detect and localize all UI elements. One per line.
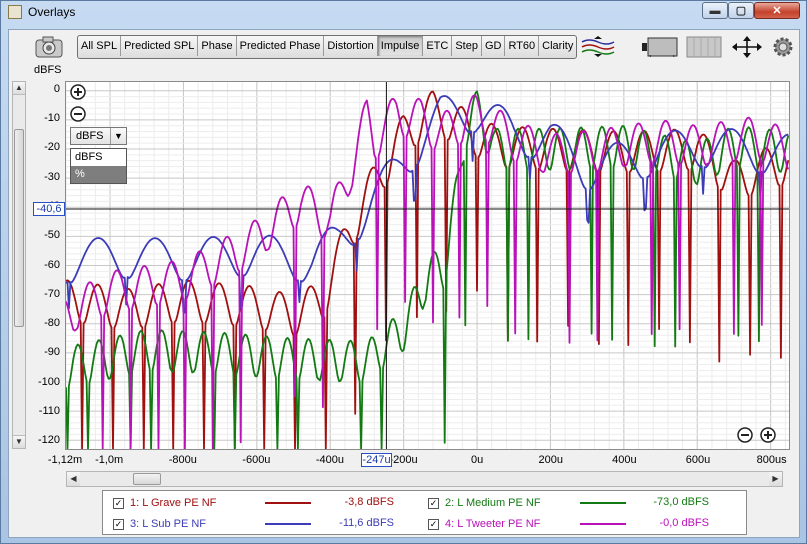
cursor-x-readout: -247u bbox=[361, 453, 392, 467]
horizontal-scrollbar[interactable]: ◀ ▶ bbox=[66, 471, 783, 487]
title-bar[interactable]: Overlays ▬ ▢ ✕ bbox=[1, 1, 806, 25]
legend-item: ✓ 3: L Sub PE NF bbox=[113, 514, 206, 534]
x-tick-label: -1,0m bbox=[95, 454, 124, 466]
chart-canvas[interactable] bbox=[66, 82, 789, 449]
y-tick-label: -100 bbox=[37, 375, 60, 388]
legend-swatch bbox=[265, 502, 311, 504]
x-tick-label: 200u bbox=[538, 454, 564, 466]
x-tick-label: -600u bbox=[242, 454, 271, 466]
tab-step[interactable]: Step bbox=[452, 36, 482, 56]
unit-option-percent[interactable]: % bbox=[71, 166, 126, 183]
y-axis: 0-10-20-30-40-50-60-70-80-90-100-110-120 bbox=[9, 30, 60, 450]
traces-icon[interactable] bbox=[579, 36, 617, 58]
tab-phase[interactable]: Phase bbox=[198, 36, 237, 56]
y-tick-label: -120 bbox=[37, 434, 60, 447]
x-tick-label: 0u bbox=[471, 454, 484, 466]
y-tick-label: -50 bbox=[44, 229, 60, 242]
overlays-window: Overlays ▬ ▢ ✕ All SPL Predicted SPL Phase… bbox=[0, 0, 807, 544]
unit-select[interactable]: dBFS ▼ bbox=[70, 127, 127, 145]
grid-icon[interactable] bbox=[686, 36, 722, 58]
legend-value: -3,8 dBFS bbox=[344, 496, 394, 508]
horizontal-scroll-thumb[interactable] bbox=[133, 473, 161, 485]
scroll-left-icon[interactable]: ◀ bbox=[67, 472, 80, 486]
zoom-out-x-icon[interactable] bbox=[737, 427, 753, 443]
unit-dropdown-list: dBFS % bbox=[70, 148, 127, 184]
tab-etc[interactable]: ETC bbox=[423, 36, 453, 56]
legend-checkbox[interactable]: ✓ bbox=[113, 497, 124, 509]
legend-checkbox[interactable]: ✓ bbox=[113, 518, 124, 530]
legend-item: ✓ 1: L Grave PE NF bbox=[113, 493, 216, 513]
y-tick-label: -60 bbox=[44, 258, 60, 271]
x-tick-label: 800us bbox=[756, 454, 787, 466]
trace-legend: ✓ 1: L Grave PE NF -3,8 dBFS ✓ 2: L Medium P… bbox=[102, 490, 747, 535]
y-tick-label: -80 bbox=[44, 317, 60, 330]
y-tick-label: -70 bbox=[44, 287, 60, 300]
scroll-right-icon[interactable]: ▶ bbox=[769, 472, 782, 486]
zoom-in-x-icon[interactable] bbox=[760, 427, 776, 443]
unit-option-dbfs[interactable]: dBFS bbox=[71, 149, 126, 166]
y-tick-label: -110 bbox=[38, 404, 60, 417]
zoom-in-icon[interactable] bbox=[70, 84, 86, 100]
tab-all-spl[interactable]: All SPL bbox=[78, 36, 122, 56]
x-tick-label: -800u bbox=[168, 454, 197, 466]
pan-arrows-icon[interactable] bbox=[730, 36, 764, 58]
tab-impulse[interactable]: Impulse bbox=[377, 36, 424, 56]
y-tick-label: -10 bbox=[44, 112, 60, 125]
tab-clarity[interactable]: Clarity bbox=[539, 36, 576, 56]
y-tick-label: -90 bbox=[44, 346, 60, 359]
tab-rt60[interactable]: RT60 bbox=[505, 36, 540, 56]
tab-predicted-spl[interactable]: Predicted SPL bbox=[121, 36, 199, 56]
legend-label: 4: L Tweeter PE NF bbox=[445, 518, 541, 530]
maximize-button[interactable]: ▢ bbox=[728, 2, 754, 19]
tab-predicted-phase[interactable]: Predicted Phase bbox=[237, 36, 325, 56]
zoom-out-icon[interactable] bbox=[70, 106, 86, 122]
overlays-panel: All SPL Predicted SPL Phase Predicted Phase… bbox=[8, 29, 800, 538]
legend-swatch bbox=[580, 523, 626, 525]
close-button[interactable]: ✕ bbox=[754, 2, 800, 19]
y-tick-label: -20 bbox=[44, 141, 60, 154]
x-tick-label: 400u bbox=[612, 454, 637, 466]
unit-select-value: dBFS bbox=[76, 130, 104, 142]
app-icon bbox=[8, 5, 22, 19]
legend-item: ✓ 4: L Tweeter PE NF bbox=[428, 514, 540, 534]
x-tick-label: 600u bbox=[685, 454, 711, 466]
legend-checkbox[interactable]: ✓ bbox=[428, 497, 439, 509]
gear-icon[interactable] bbox=[772, 36, 794, 58]
x-tick-label: -200u bbox=[389, 454, 418, 466]
legend-checkbox[interactable]: ✓ bbox=[428, 518, 439, 530]
legend-label: 3: L Sub PE NF bbox=[130, 518, 207, 530]
y-tick-label: -30 bbox=[44, 170, 60, 183]
x-tick-label: -1,12m bbox=[47, 454, 83, 466]
legend-value: -73,0 dBFS bbox=[653, 496, 709, 508]
chevron-down-icon[interactable]: ▼ bbox=[110, 128, 126, 144]
legend-label: 2: L Medium PE NF bbox=[445, 497, 541, 509]
impulse-plot[interactable] bbox=[65, 81, 790, 450]
legend-value: -11,6 dBFS bbox=[339, 517, 394, 529]
window-title: Overlays bbox=[28, 5, 76, 19]
legend-swatch bbox=[265, 523, 311, 525]
cursor-y-readout: -40,6 bbox=[33, 202, 65, 216]
legend-label: 1: L Grave PE NF bbox=[130, 497, 217, 509]
legend-item: ✓ 2: L Medium PE NF bbox=[428, 493, 541, 513]
x-tick-label: -400u bbox=[315, 454, 345, 466]
tab-gd[interactable]: GD bbox=[482, 36, 506, 56]
minimize-button[interactable]: ▬ bbox=[702, 2, 728, 19]
layout-icon[interactable] bbox=[641, 36, 679, 58]
y-tick-label: 0 bbox=[53, 82, 60, 95]
graph-tab-bar: All SPL Predicted SPL Phase Predicted Phase… bbox=[77, 35, 578, 59]
tab-distortion[interactable]: Distortion bbox=[324, 36, 378, 56]
legend-swatch bbox=[580, 502, 626, 504]
legend-value: -0,0 dBFS bbox=[659, 517, 709, 529]
